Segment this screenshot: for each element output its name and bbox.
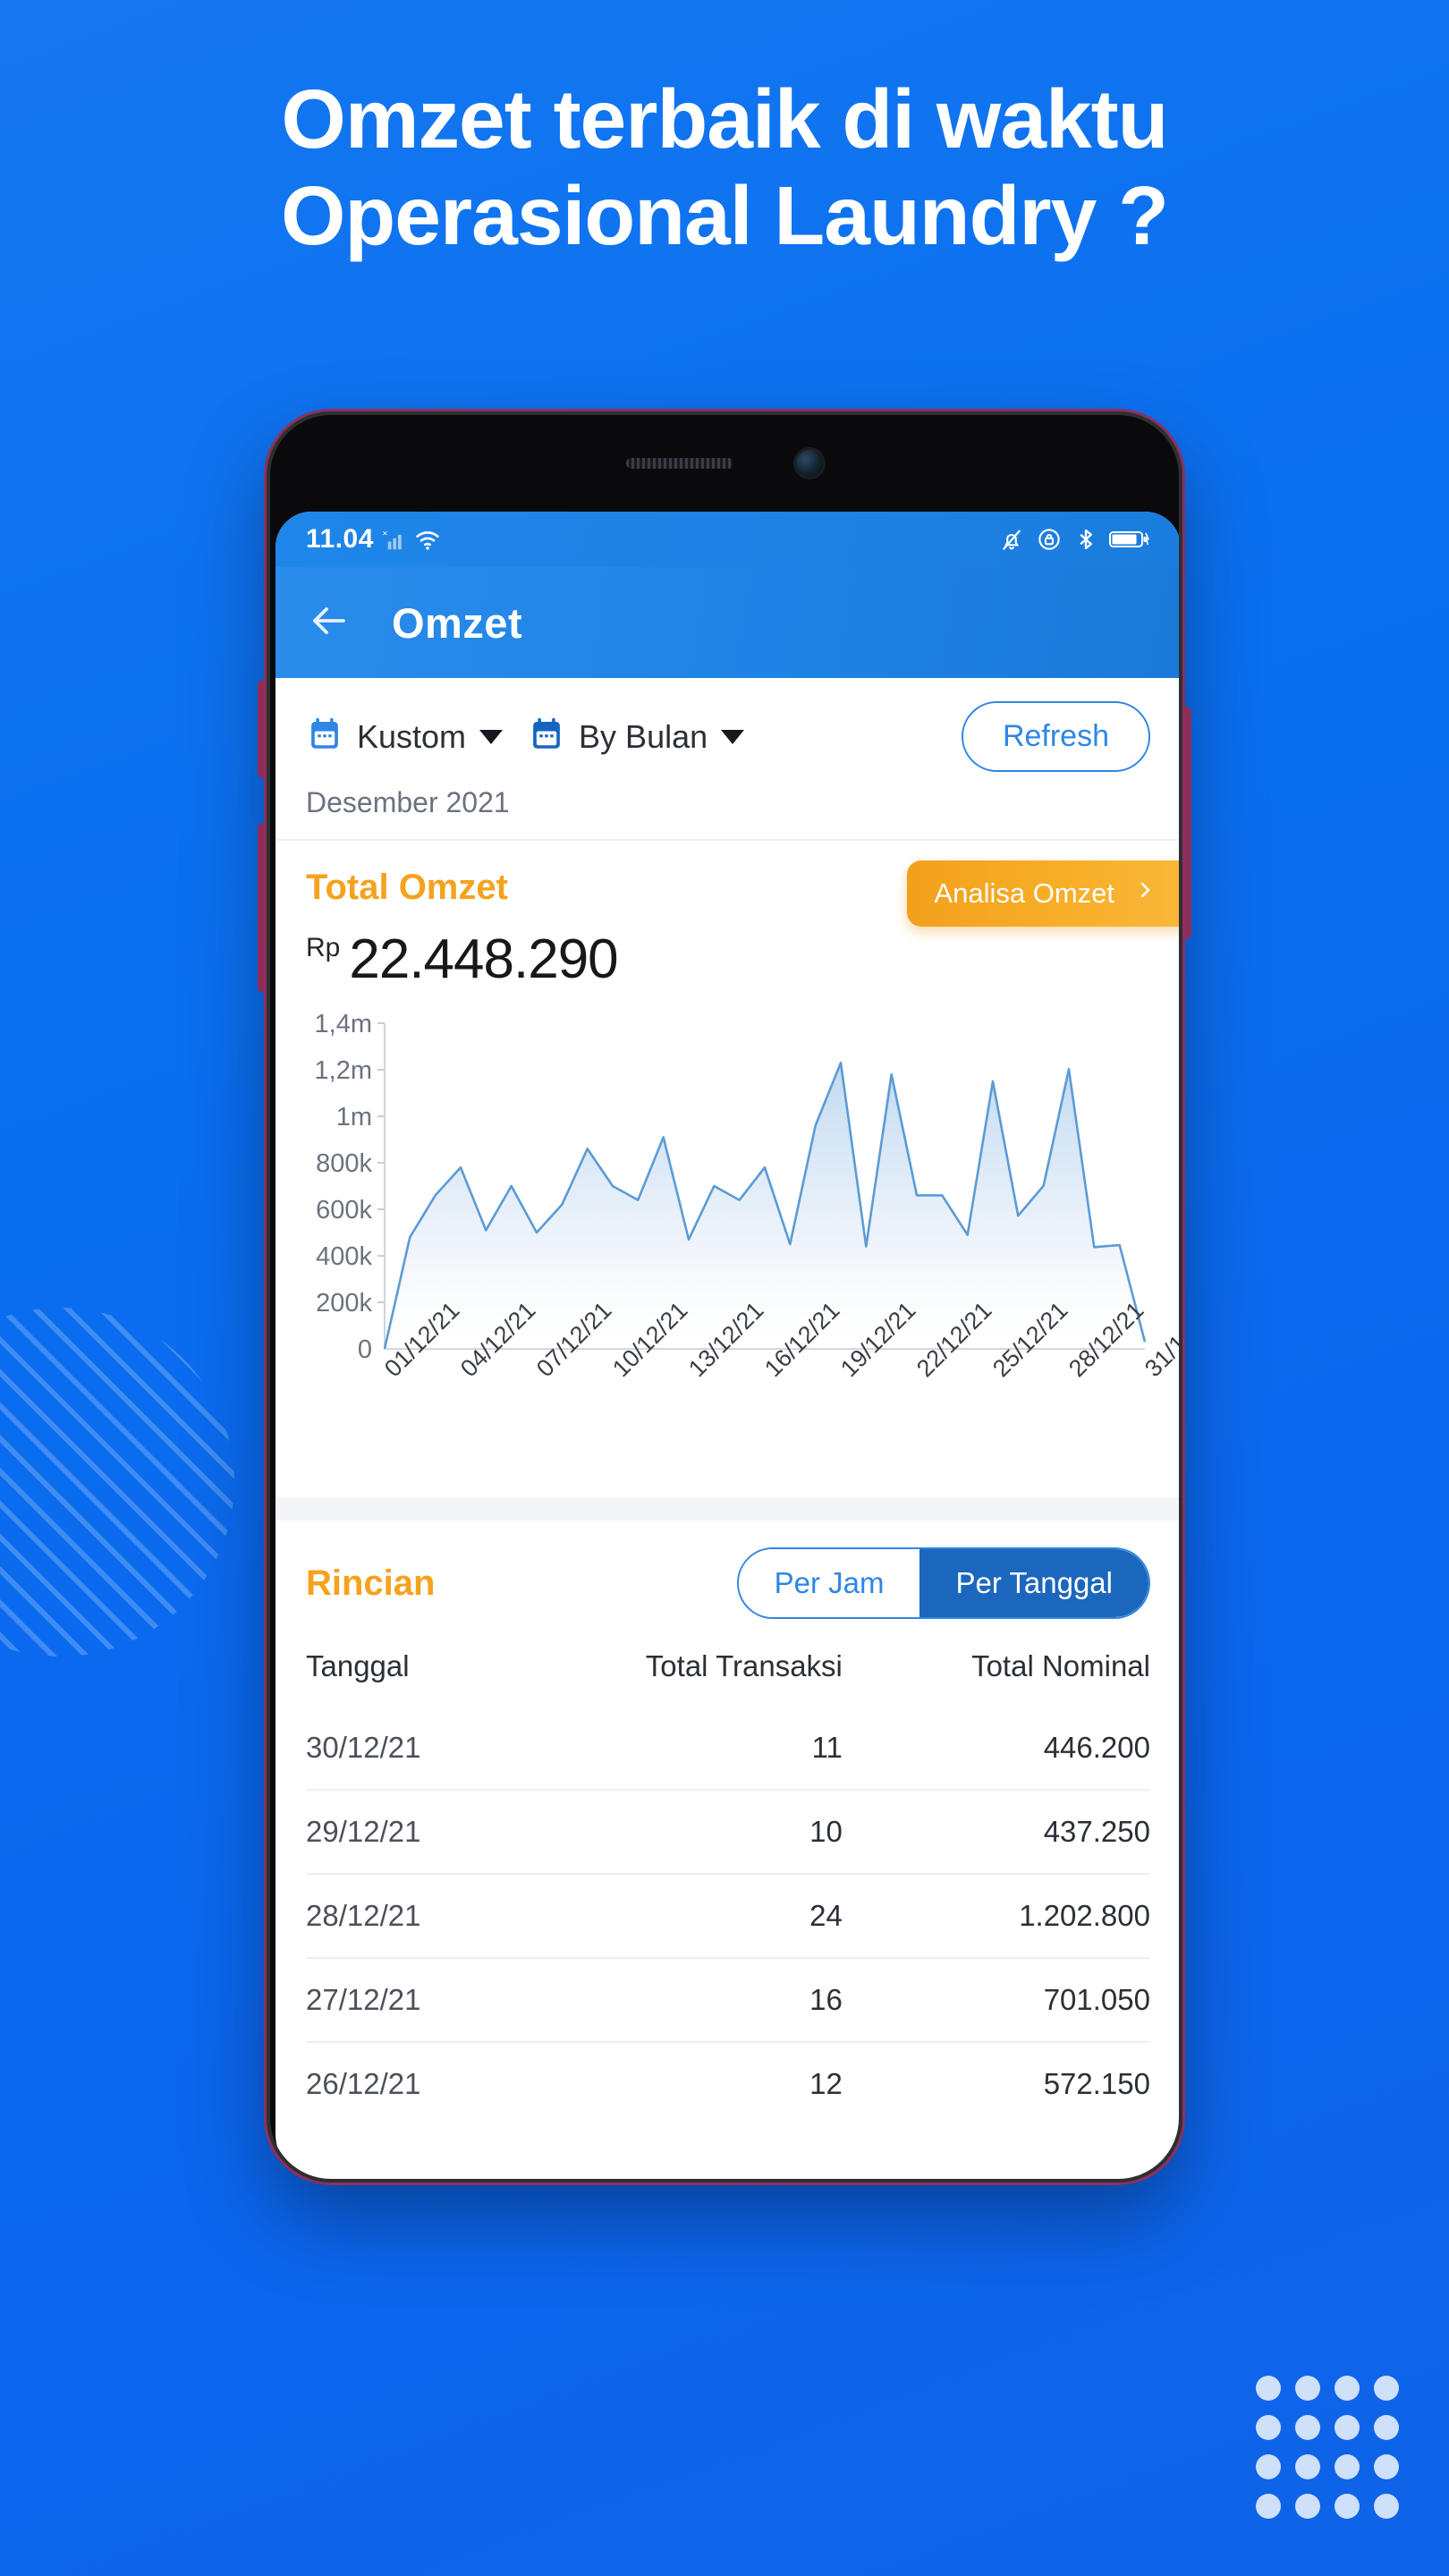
cell-tanggal: 26/12/21 <box>306 2041 504 2125</box>
omzet-chart-section: 0 200k 400k 600k 800k 1m 1,2m 1,4m 01/12/21 04/1… <box>275 991 1179 1497</box>
headline-line-2: Operasional Laundry ? <box>281 168 1169 262</box>
analisa-omzet-button[interactable]: Analisa Omzet <box>907 860 1179 927</box>
filter-bar: Kustom By Bulan Refresh Desember 2021 <box>275 678 1179 841</box>
cell-nominal: 701.050 <box>842 1957 1150 2042</box>
table-row[interactable]: 28/12/21 24 1.202.800 <box>306 1873 1150 1958</box>
rincian-table: Tanggal Total Transaksi Total Nominal 30… <box>306 1649 1150 2125</box>
app-bar: Omzet <box>275 567 1179 678</box>
phone-body: 11.04 × Omzet Kustom By Bulan Refresh De… <box>267 411 1182 2182</box>
wifi-icon <box>413 525 442 554</box>
total-omzet-amount: Rp 22.448.290 <box>306 928 1150 991</box>
cell-tanggal: 29/12/21 <box>306 1789 504 1874</box>
screen-lock-icon <box>1036 526 1063 553</box>
chart-x-axis: 01/12/21 04/12/21 07/12/21 10/12/21 13/12/21… <box>379 1297 1179 1497</box>
cell-transaksi: 12 <box>504 2041 843 2125</box>
svg-text:×: × <box>382 529 387 538</box>
cell-transaksi: 10 <box>504 1789 843 1874</box>
svg-text:1m: 1m <box>336 1103 372 1131</box>
dot-grid-decoration <box>1256 2376 1413 2533</box>
battery-charging-icon <box>1109 527 1150 552</box>
analisa-omzet-label: Analisa Omzet <box>934 877 1114 909</box>
svg-text:0: 0 <box>358 1335 372 1363</box>
table-row[interactable]: 27/12/21 16 701.050 <box>306 1957 1150 2042</box>
cell-nominal: 572.150 <box>842 2041 1150 2125</box>
status-bar: 11.04 × <box>275 512 1179 567</box>
section-divider <box>275 1497 1179 1521</box>
cell-nominal: 1.202.800 <box>842 1873 1150 1958</box>
chevron-down-icon <box>721 729 745 744</box>
headline-line-1: Omzet terbaik di waktu <box>281 72 1169 165</box>
cell-nominal: 446.200 <box>1043 1731 1150 1764</box>
cell-transaksi: 11 <box>811 1731 843 1764</box>
status-bar-right <box>998 526 1150 553</box>
svg-text:1,4m: 1,4m <box>315 1014 372 1038</box>
striped-circle-decoration <box>0 1308 234 1657</box>
column-header-total-nominal: Total Nominal <box>971 1649 1150 1682</box>
svg-text:200k: 200k <box>316 1289 372 1318</box>
table-row[interactable]: 30/12/21 11 446.200 <box>306 1707 1150 1790</box>
calendar-icon <box>528 716 565 758</box>
phone-earpiece-area <box>270 415 1179 512</box>
toggle-per-tanggal[interactable]: Per Tanggal <box>919 1549 1148 1617</box>
refresh-button[interactable]: Refresh <box>961 701 1150 772</box>
omzet-amount-value: 22.448.290 <box>349 928 618 990</box>
page-title: Omzet <box>392 598 523 647</box>
total-omzet-title: Total Omzet <box>306 868 508 907</box>
selected-month-label: Desember 2021 <box>306 786 510 818</box>
table-header-row: Tanggal Total Transaksi Total Nominal <box>306 1649 1150 1707</box>
cell-tanggal: 28/12/21 <box>306 1873 504 1958</box>
currency-symbol: Rp <box>306 933 341 962</box>
table-row[interactable]: 29/12/21 10 437.250 <box>306 1789 1150 1874</box>
status-bar-left: 11.04 × <box>306 524 442 555</box>
status-bar-clock: 11.04 <box>306 524 374 554</box>
svg-text:600k: 600k <box>316 1196 372 1224</box>
svg-text:1,2m: 1,2m <box>315 1056 372 1085</box>
chevron-down-icon <box>479 729 504 744</box>
table-row[interactable]: 26/12/21 12 572.150 <box>306 2041 1150 2125</box>
rincian-title: Rincian <box>306 1563 436 1603</box>
column-header-total-transaksi: Total Transaksi <box>645 1649 843 1682</box>
rincian-view-toggle: Per Jam Per Tanggal <box>736 1547 1150 1619</box>
notification-muted-icon <box>998 526 1025 553</box>
toggle-per-jam[interactable]: Per Jam <box>738 1549 920 1617</box>
chart-svg: 0 200k 400k 600k 800k 1m 1,2m 1,4m <box>315 1014 1147 1363</box>
custom-date-filter[interactable]: Kustom <box>306 716 504 758</box>
period-filter-label: By Bulan <box>579 717 708 755</box>
svg-text:800k: 800k <box>316 1149 372 1178</box>
cell-transaksi: 24 <box>504 1873 843 1958</box>
column-header-tanggal: Tanggal <box>306 1649 410 1682</box>
chevron-right-icon <box>1134 875 1156 912</box>
omzet-area-chart: 0 200k 400k 600k 800k 1m 1,2m 1,4m <box>299 1014 1154 1363</box>
phone-mockup: 11.04 × Omzet Kustom By Bulan Refresh De… <box>258 411 1191 2182</box>
earpiece-speaker-icon <box>626 458 733 469</box>
svg-text:400k: 400k <box>316 1242 372 1271</box>
cell-tanggal: 27/12/21 <box>306 1957 504 2042</box>
front-camera-icon <box>796 450 823 477</box>
filter-row: Kustom By Bulan Refresh <box>306 701 1150 772</box>
back-arrow-icon[interactable] <box>308 599 351 647</box>
cell-transaksi: 16 <box>504 1957 843 2042</box>
rincian-section: Rincian Per Jam Per Tanggal Tanggal Tota… <box>275 1521 1179 2125</box>
page-headline: Omzet terbaik di waktu Operasional Laund… <box>0 72 1449 265</box>
phone-screen: 11.04 × Omzet Kustom By Bulan Refresh De… <box>275 512 1179 2179</box>
period-filter[interactable]: By Bulan <box>528 716 745 758</box>
rincian-header: Rincian Per Jam Per Tanggal <box>306 1547 1150 1619</box>
calendar-icon <box>306 716 343 758</box>
total-omzet-section: Total Omzet Analisa Omzet Rp 22.448.290 <box>275 841 1179 991</box>
custom-date-filter-label: Kustom <box>357 717 467 755</box>
bluetooth-icon <box>1073 527 1098 552</box>
cell-tanggal: 30/12/21 <box>306 1731 421 1764</box>
cell-nominal: 437.250 <box>842 1789 1150 1874</box>
signal-icon: × <box>380 526 407 553</box>
